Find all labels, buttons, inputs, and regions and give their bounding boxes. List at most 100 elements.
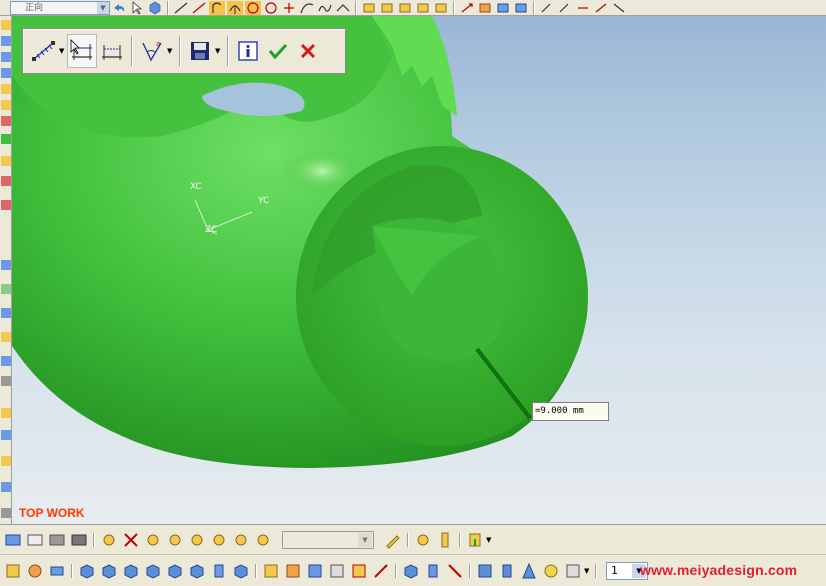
cancel-button[interactable] — [293, 34, 323, 68]
layer-icon[interactable] — [48, 531, 66, 549]
edit-icon[interactable] — [384, 531, 402, 549]
tool-icon[interactable] — [1, 430, 11, 440]
save-button[interactable] — [185, 34, 215, 68]
snap-icon[interactable] — [232, 531, 250, 549]
tool-icon[interactable] — [1, 68, 11, 78]
tool-icon[interactable] — [1, 408, 11, 418]
ok-button[interactable] — [263, 34, 293, 68]
view-cube-icon[interactable] — [100, 562, 118, 580]
spline-icon[interactable] — [317, 1, 333, 15]
render-icon[interactable] — [446, 562, 464, 580]
view-icon[interactable] — [48, 562, 66, 580]
projected-distance-button[interactable] — [67, 34, 97, 68]
shade-icon[interactable] — [284, 562, 302, 580]
chevron-down-icon[interactable]: ▼ — [215, 34, 223, 68]
transform-icon[interactable] — [459, 1, 475, 15]
feature-icon[interactable] — [361, 1, 377, 15]
chevron-down-icon[interactable]: ▼ — [486, 531, 494, 549]
model-render[interactable] — [12, 16, 826, 524]
tool-icon[interactable] — [1, 200, 11, 210]
transform-icon[interactable] — [477, 1, 493, 15]
move-icon[interactable] — [466, 531, 484, 549]
layer-icon[interactable] — [26, 531, 44, 549]
tool-icon[interactable] — [1, 260, 11, 270]
snap-icon[interactable] — [188, 531, 206, 549]
curve-dropdown-icon[interactable] — [335, 1, 351, 15]
feature-icon[interactable] — [433, 1, 449, 15]
tool-icon[interactable] — [1, 134, 11, 144]
info-button[interactable] — [233, 34, 263, 68]
tool-icon[interactable] — [1, 456, 11, 466]
chevron-down-icon[interactable] — [1, 376, 11, 386]
tool-icon[interactable] — [1, 284, 11, 294]
snap-icon[interactable] — [210, 531, 228, 549]
undo-icon[interactable] — [111, 1, 127, 15]
chevron-down-icon[interactable] — [1, 508, 11, 518]
line-icon[interactable] — [173, 1, 189, 15]
point-icon[interactable] — [281, 1, 297, 15]
transform-icon[interactable] — [513, 1, 529, 15]
tool-icon[interactable] — [1, 20, 11, 30]
snap-icon[interactable] — [254, 531, 272, 549]
cube-icon[interactable] — [147, 1, 163, 15]
feature-icon[interactable] — [397, 1, 413, 15]
line-tool-icon[interactable] — [191, 1, 207, 15]
view-cube-icon[interactable] — [232, 562, 250, 580]
view-cube-icon[interactable] — [188, 562, 206, 580]
box-icon[interactable] — [476, 562, 494, 580]
tool-icon[interactable] — [1, 308, 11, 318]
tool-icon[interactable] — [1, 52, 11, 62]
chevron-down-icon[interactable]: ▼ — [167, 34, 175, 68]
tool-icon[interactable] — [1, 84, 11, 94]
snap-icon[interactable] — [166, 531, 184, 549]
sketch-icon[interactable] — [611, 1, 627, 15]
sphere-icon[interactable] — [542, 562, 560, 580]
shade-icon[interactable] — [262, 562, 280, 580]
view-icon[interactable] — [4, 562, 22, 580]
layer-icon[interactable] — [4, 531, 22, 549]
cursor-icon[interactable] — [129, 0, 145, 15]
cone-icon[interactable] — [520, 562, 538, 580]
tool-icon[interactable] — [1, 36, 11, 46]
tool-icon[interactable] — [1, 156, 11, 166]
shade-icon[interactable] — [350, 562, 368, 580]
feature-icon[interactable] — [379, 1, 395, 15]
graphics-viewport[interactable]: XC YC ZC =9.000 mm TOP WORK — [12, 16, 826, 524]
view-cube-icon[interactable] — [144, 562, 162, 580]
sketch-icon[interactable] — [539, 1, 555, 15]
distance-button[interactable] — [29, 34, 59, 68]
snap-icon[interactable] — [144, 531, 162, 549]
cylinder-icon[interactable] — [498, 562, 516, 580]
shell-icon[interactable] — [564, 562, 582, 580]
tool-icon[interactable] — [1, 116, 11, 126]
chevron-down-icon[interactable]: ▼ — [97, 1, 109, 14]
arc-center-icon[interactable] — [227, 0, 243, 15]
view-cube-icon[interactable] — [166, 562, 184, 580]
arc-icon[interactable] — [209, 0, 225, 15]
angle-button[interactable]: a — [137, 34, 167, 68]
feature-icon[interactable] — [415, 1, 431, 15]
view-cube-icon[interactable] — [122, 562, 140, 580]
transform-icon[interactable] — [495, 1, 511, 15]
cylinder-icon[interactable] — [210, 562, 228, 580]
render-icon[interactable] — [424, 562, 442, 580]
sketch-icon[interactable] — [575, 1, 591, 15]
snap-icon[interactable] — [100, 531, 118, 549]
snap-icon[interactable] — [122, 531, 140, 549]
shade-icon[interactable] — [306, 562, 324, 580]
sketch-icon[interactable] — [593, 1, 609, 15]
shade-icon[interactable] — [328, 562, 346, 580]
layer-select[interactable]: ▼ — [282, 530, 374, 549]
view-orientation-select[interactable]: 正向 ▼ — [10, 0, 110, 15]
screen-distance-button[interactable] — [97, 34, 127, 68]
shade-icon[interactable] — [372, 562, 390, 580]
circle-icon[interactable] — [245, 0, 261, 15]
tool-icon[interactable] — [1, 482, 11, 492]
chevron-down-icon[interactable]: ▼ — [358, 532, 372, 547]
curve-icon[interactable] — [299, 1, 315, 15]
tool-icon[interactable] — [1, 332, 11, 342]
tool-icon[interactable] — [1, 176, 11, 186]
tool-icon[interactable] — [414, 531, 432, 549]
chevron-down-icon[interactable]: ▼ — [59, 34, 67, 68]
tool-icon[interactable] — [436, 531, 454, 549]
